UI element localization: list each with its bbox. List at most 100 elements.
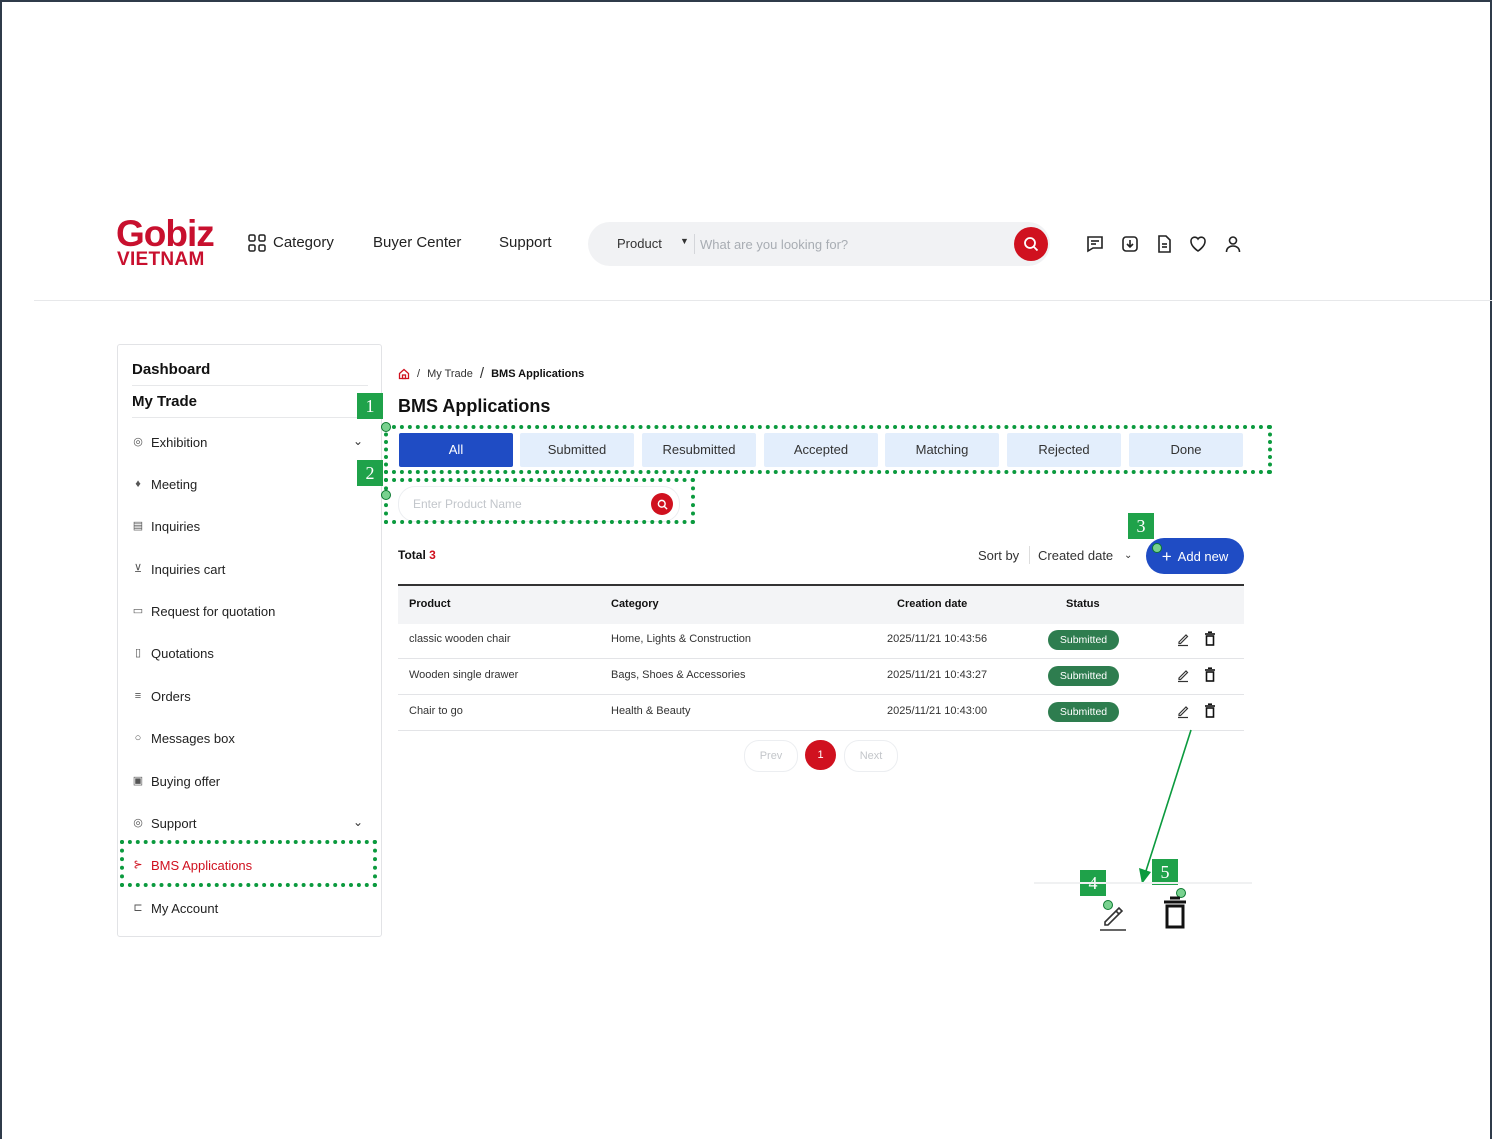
account-icon: ⊏ <box>133 902 143 914</box>
cart-icon: ⊻ <box>133 563 143 575</box>
nav-category[interactable]: Category <box>248 234 334 252</box>
logo-subtitle: VIETNAM <box>117 249 205 270</box>
cell-date: 2025/11/21 10:43:27 <box>887 669 988 681</box>
home-icon[interactable] <box>398 368 410 380</box>
sidebar-divider <box>132 385 368 386</box>
add-new-button[interactable]: + Add new <box>1146 538 1244 574</box>
column-category: Category <box>611 598 659 610</box>
status-badge: Submitted <box>1048 630 1119 650</box>
sidebar-item-label: Messages box <box>151 730 235 746</box>
edit-icon[interactable] <box>1176 631 1190 647</box>
caret-down-icon[interactable]: ▼ <box>680 236 689 246</box>
edit-icon[interactable] <box>1176 667 1190 683</box>
nav-buyer-center[interactable]: Buyer Center <box>373 234 461 252</box>
annotation-box-tabs <box>384 425 1272 474</box>
cell-date: 2025/11/21 10:43:00 <box>887 705 988 717</box>
pagination-prev[interactable]: Prev <box>744 740 798 772</box>
status-badge: Submitted <box>1048 702 1119 722</box>
orders-icon: ≡ <box>134 690 142 702</box>
download-icon[interactable] <box>1120 234 1140 254</box>
sidebar-item-label: Exhibition <box>151 434 208 450</box>
sidebar-item-inquiries-cart[interactable]: ⊻ Inquiries cart <box>132 561 225 577</box>
sidebar-item-request-for-quotation[interactable]: ▭ Request for quotation <box>132 603 276 619</box>
sidebar-item-label: Orders <box>151 688 191 704</box>
delete-icon[interactable] <box>1203 703 1217 719</box>
messages-icon: ○ <box>134 732 142 744</box>
document-icon[interactable] <box>1154 234 1174 254</box>
annotation-marker-3: 3 <box>1128 513 1154 539</box>
delete-icon-zoomed <box>1164 896 1186 929</box>
sidebar-item-inquiries[interactable]: ▤ Inquiries <box>132 518 200 534</box>
gobiz-logo[interactable]: Gobiz VIETNAM <box>116 214 226 270</box>
sidebar-item-exhibition[interactable]: ◎ Exhibition <box>132 434 207 450</box>
breadcrumb-my-trade[interactable]: My Trade <box>427 368 473 380</box>
support-icon: ◎ <box>133 817 143 829</box>
sort-select[interactable]: Created date <box>1038 548 1113 563</box>
meeting-icon: ♦ <box>135 478 141 490</box>
delete-icon[interactable] <box>1203 631 1217 647</box>
table-row: Chair to go Health & Beauty 2025/11/21 1… <box>398 694 1244 731</box>
user-icon[interactable] <box>1223 234 1243 254</box>
cell-product: classic wooden chair <box>409 633 511 645</box>
page-title: BMS Applications <box>398 396 551 416</box>
sidebar-item-label: Inquiries cart <box>151 561 226 577</box>
cell-category: Home, Lights & Construction <box>611 633 752 645</box>
sort-divider <box>1029 546 1030 564</box>
chevron-down-icon[interactable]: ⌄ <box>353 815 363 829</box>
annotation-box-bms <box>120 840 377 887</box>
logo-wordmark: Gobiz <box>116 213 215 254</box>
annotation-anchor <box>1152 543 1162 553</box>
sidebar-item-label: Request for quotation <box>151 603 276 619</box>
sidebar-item-messages-box[interactable]: ○ Messages box <box>132 730 235 746</box>
search-button[interactable] <box>1014 227 1048 261</box>
total-label: Total <box>398 548 426 562</box>
sidebar-item-meeting[interactable]: ♦ Meeting <box>132 476 197 492</box>
zoom-divider <box>1034 882 1252 884</box>
sidebar-item-buying-offer[interactable]: ▣ Buying offer <box>132 773 220 789</box>
add-new-label: Add new <box>1177 548 1229 564</box>
chevron-down-icon[interactable]: ⌄ <box>353 434 363 448</box>
messages-icon[interactable] <box>1085 234 1105 254</box>
nav-support[interactable]: Support <box>499 234 552 252</box>
pagination-next[interactable]: Next <box>844 740 898 772</box>
total-number: 3 <box>429 548 436 562</box>
sidebar-item-label: Support <box>151 815 197 831</box>
rfq-icon: ▭ <box>132 605 144 617</box>
header-search: Product ▼ <box>588 222 1050 266</box>
sidebar-item-support[interactable]: ◎ Support <box>132 815 197 831</box>
sidebar-item-label: Meeting <box>151 476 198 492</box>
grid-icon <box>248 234 266 252</box>
heart-icon[interactable] <box>1188 234 1208 254</box>
sidebar-dashboard[interactable]: Dashboard <box>132 361 210 378</box>
edit-icon[interactable] <box>1176 703 1190 719</box>
chevron-down-icon[interactable]: ⌄ <box>1124 550 1132 561</box>
exhibition-icon: ◎ <box>133 436 143 448</box>
search-divider <box>694 234 695 254</box>
sidebar-divider <box>132 417 368 418</box>
cell-product: Wooden single drawer <box>409 669 519 681</box>
status-badge: Submitted <box>1048 666 1119 686</box>
table-row: Wooden single drawer Bags, Shoes & Acces… <box>398 658 1244 695</box>
delete-icon[interactable] <box>1203 667 1217 683</box>
cell-product: Chair to go <box>409 705 463 717</box>
annotation-anchor <box>381 422 391 432</box>
cell-category: Health & Beauty <box>611 705 691 717</box>
annotation-marker-1: 1 <box>357 393 383 419</box>
sidebar-my-trade[interactable]: My Trade <box>132 393 197 410</box>
edit-icon-zoomed <box>1100 906 1126 931</box>
search-icon <box>1024 237 1039 252</box>
annotation-anchor <box>381 490 391 500</box>
pagination-page[interactable]: 1 <box>805 740 836 770</box>
table-header: Product Category Creation date Status <box>398 584 1244 624</box>
breadcrumb-separator: / <box>479 365 485 382</box>
cell-category: Bags, Shoes & Accessories <box>611 669 746 681</box>
search-input[interactable] <box>700 234 1000 254</box>
sidebar-item-orders[interactable]: ≡ Orders <box>132 688 191 704</box>
sidebar-item-label: Quotations <box>151 645 214 661</box>
breadcrumb-current: BMS Applications <box>491 367 585 380</box>
sidebar-item-quotations[interactable]: ▯ Quotations <box>132 645 214 661</box>
table-row: classic wooden chair Home, Lights & Cons… <box>398 622 1244 659</box>
buying-offer-icon: ▣ <box>132 775 144 787</box>
sidebar-item-my-account[interactable]: ⊏ My Account <box>132 900 218 916</box>
search-type-select[interactable]: Product <box>617 236 662 251</box>
